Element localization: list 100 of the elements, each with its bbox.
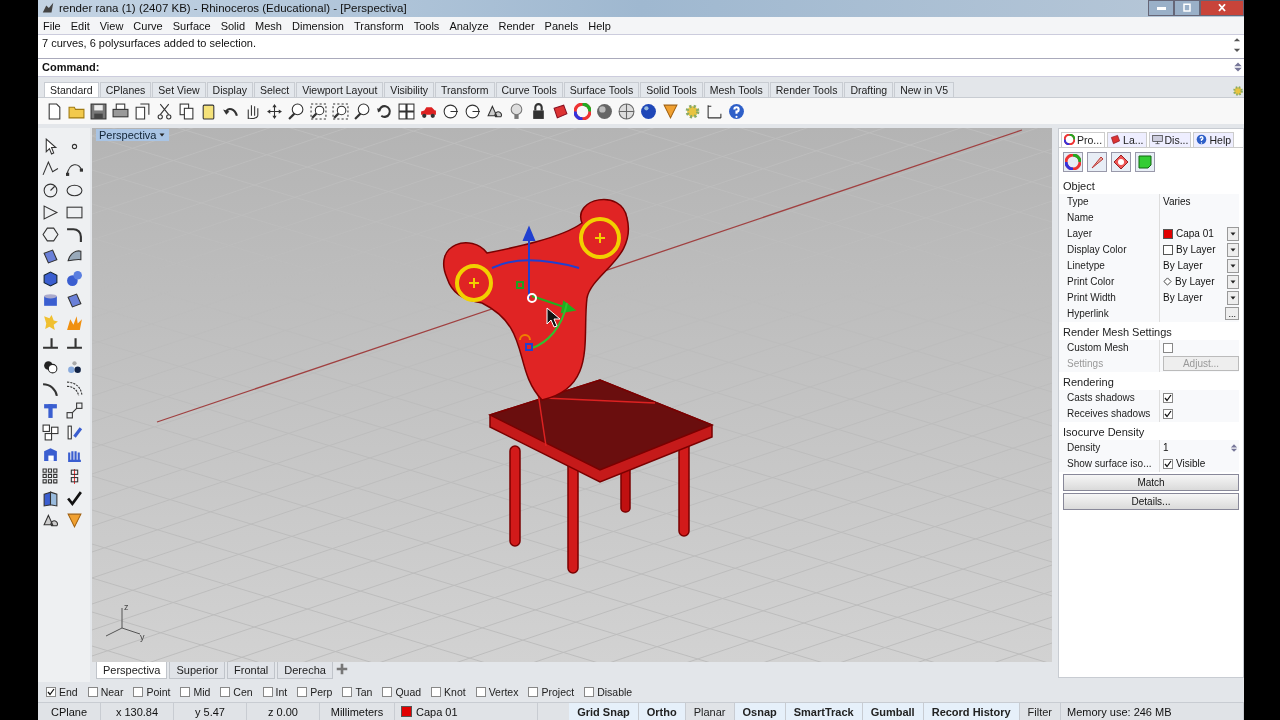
status-toggle[interactable]: Osnap [734,703,786,720]
osnap-option[interactable]: Near [87,686,124,698]
osnap-option[interactable]: Tan [342,686,373,698]
scissors-icon[interactable] [156,102,173,120]
plus-icon[interactable] [334,661,349,676]
menu-item[interactable]: File [38,19,66,32]
material-button[interactable] [1111,151,1131,172]
printer-icon[interactable] [112,102,129,120]
toolbar-tab[interactable]: Display [206,82,253,98]
zoom-icon[interactable] [288,102,305,120]
menu-item[interactable]: Curve [128,19,168,32]
save-icon[interactable] [90,102,107,120]
menu-item[interactable]: Edit [65,19,95,32]
status-toggle[interactable]: Gumball [862,703,924,720]
dropdown-button[interactable] [1227,242,1239,257]
browse-button[interactable]: ... [1225,307,1239,321]
file-icon[interactable] [46,102,63,120]
checkbox[interactable] [1163,392,1173,403]
checkbox[interactable] [1163,342,1173,353]
color-wheel-icon[interactable] [574,102,591,120]
toolbar-tab[interactable]: Viewport Layout [296,82,384,98]
arc-icon[interactable] [41,380,59,398]
scale-icon[interactable] [65,402,83,420]
help-icon[interactable] [728,102,745,120]
toolbar-tab[interactable]: Solid Tools [640,82,703,98]
toolbar-tab[interactable]: Transform [435,82,495,98]
triangle-icon[interactable] [41,204,59,222]
check-icon[interactable] [65,490,83,508]
toolbar-tab[interactable]: Mesh Tools [703,82,769,98]
layer-name[interactable]: Capa 01 [416,705,458,718]
book-icon[interactable] [41,490,59,508]
toolbar-tab[interactable]: Render Tools [769,82,844,98]
toolbar-tab[interactable]: Select [254,82,296,98]
dropdown-button[interactable] [1227,258,1239,273]
cube-icon[interactable] [41,270,59,288]
glossy-sphere-icon[interactable] [640,102,657,120]
toolbar-tab[interactable]: Surface Tools [563,82,640,98]
panel-button[interactable]: Details... [1063,492,1239,510]
minimize-button[interactable] [1148,0,1174,16]
menu-item[interactable]: Transform [348,19,409,32]
osnap-option[interactable]: Quad [382,686,422,698]
close-button[interactable] [1200,0,1244,16]
toolbar-tab[interactable]: Drafting [844,82,894,98]
texture-button[interactable] [1135,151,1155,172]
dots-icon[interactable] [65,358,83,376]
grid-icon[interactable] [398,102,415,120]
mirror-icon[interactable] [65,424,83,442]
shapes-icon[interactable] [486,102,503,120]
osnap-option[interactable]: Vertex [475,686,519,698]
checkbox[interactable] [180,687,191,697]
checkbox[interactable] [220,687,231,697]
sphere-icon[interactable] [596,102,613,120]
dimension-icon[interactable] [706,102,723,120]
menu-item[interactable]: Render [493,19,540,32]
zoom-window-icon[interactable] [332,102,349,120]
checkbox[interactable] [1163,458,1173,469]
checkbox[interactable] [528,687,539,697]
zoom-icon[interactable] [354,102,371,120]
fillet-icon[interactable] [65,226,83,244]
dropdown-button[interactable] [1227,274,1239,289]
toolbar-tab[interactable]: Standard [44,82,99,98]
osnap-option[interactable]: Disable [584,686,633,698]
rotate-icon[interactable] [376,102,393,120]
checkbox[interactable] [584,687,595,697]
checkbox[interactable] [382,687,393,697]
menu-item[interactable]: View [94,19,129,32]
checkbox[interactable] [297,687,308,697]
osnap-option[interactable]: Perp [297,686,333,698]
offset-icon[interactable] [65,380,83,398]
panel-button[interactable]: Match [1063,473,1239,491]
array-icon[interactable] [41,424,59,442]
status-toggle[interactable]: Grid Snap [569,703,639,720]
copy-icon[interactable] [178,102,195,120]
osnap-option[interactable]: Knot [431,686,466,698]
menu-item[interactable]: Solid [215,19,251,32]
status-toggle[interactable]: Ortho [638,703,686,720]
osnap-option[interactable]: Mid [180,686,211,698]
target-icon[interactable] [442,102,459,120]
checkbox[interactable] [342,687,353,697]
move-icon[interactable] [266,102,283,120]
checkbox[interactable] [46,687,56,697]
osnap-option[interactable]: Point [133,686,171,698]
spheres-icon[interactable] [65,270,83,288]
osnap-option[interactable]: Project [528,686,575,698]
text-tool-icon[interactable] [41,402,59,420]
surface-icon[interactable] [65,292,83,310]
panel-tab[interactable]: Pro... [1061,131,1106,147]
maximize-button[interactable] [1174,0,1200,16]
menu-item[interactable]: Dimension [287,19,349,32]
polyline-icon[interactable] [41,160,59,178]
clipboard-icon[interactable] [200,102,217,120]
spinner-value[interactable]: 1 [1163,442,1226,454]
panel-tab[interactable]: Dis... [1148,131,1192,147]
toolbar-tab[interactable]: New in V5 [894,82,954,98]
solid-box-icon[interactable] [41,446,59,464]
toolbar-tab[interactable]: Curve Tools [495,82,563,98]
object-properties-button[interactable] [1063,151,1083,172]
target-icon[interactable] [464,102,481,120]
surface-icon[interactable] [41,248,59,266]
checkbox[interactable] [87,687,98,697]
